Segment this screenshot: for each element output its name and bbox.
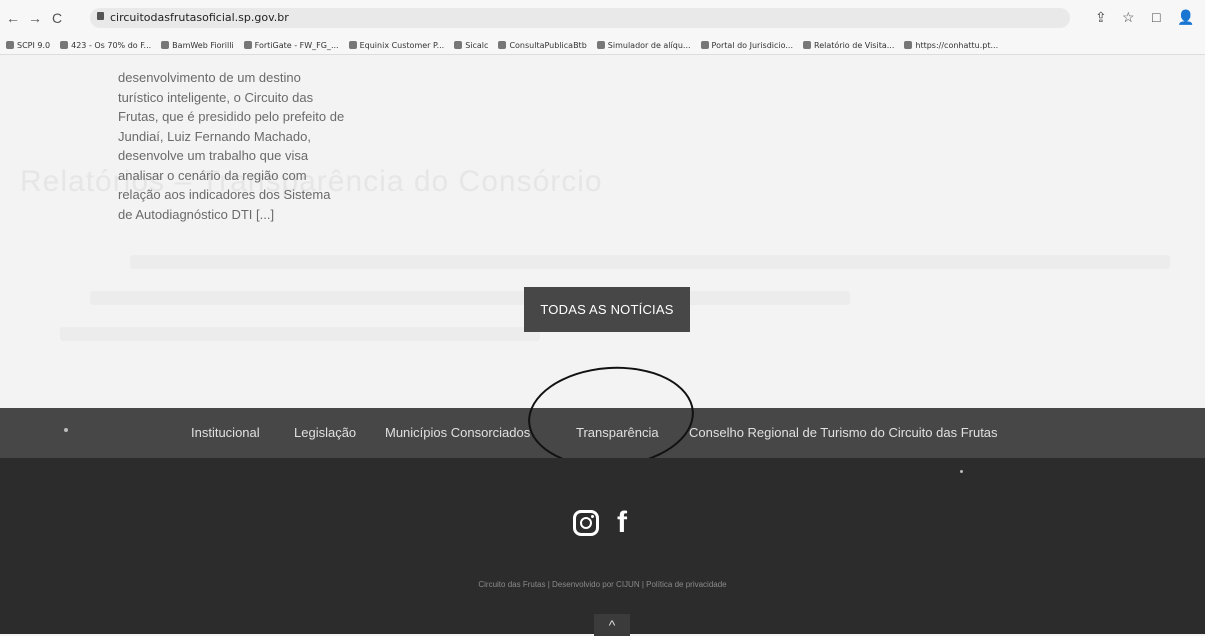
footer-link-institucional[interactable]: Institucional bbox=[191, 425, 260, 440]
browser-toolbar: ← → C circuitodasfrutasoficial.sp.gov.br… bbox=[0, 0, 1205, 36]
faded-text-line bbox=[90, 291, 850, 305]
url-text[interactable]: circuitodasfrutasoficial.sp.gov.br bbox=[110, 11, 289, 24]
bookmark-item[interactable]: SCPI 9.0 bbox=[6, 41, 50, 50]
copyright-text: Circuito das Frutas | Desenvolvido por C… bbox=[478, 580, 727, 589]
social-links: f bbox=[573, 508, 627, 538]
star-icon[interactable]: ☆ bbox=[1122, 9, 1135, 26]
bookmark-icon bbox=[348, 41, 357, 49]
bookmark-item[interactable]: ConsultaPublicaBtb bbox=[498, 41, 587, 50]
bookmark-icon bbox=[6, 41, 14, 49]
share-icon[interactable]: ⇪ bbox=[1095, 9, 1107, 26]
bookmark-icon bbox=[243, 41, 252, 49]
news-section: Relatórios – Transparência do Consórcio … bbox=[0, 55, 1205, 408]
bookmark-item[interactable]: 423 - Os 70% do F... bbox=[60, 41, 151, 50]
article-excerpt: desenvolvimento de um destino turístico … bbox=[118, 70, 345, 222]
profile-icon[interactable]: 👤 bbox=[1177, 9, 1194, 26]
bookmark-icon bbox=[498, 41, 507, 49]
footer-bottom: f Circuito das Frutas | Desenvolvido por… bbox=[0, 458, 1205, 636]
instagram-icon[interactable] bbox=[573, 510, 599, 536]
bookmark-item[interactable]: FortiGate - FW_FG_... bbox=[243, 41, 339, 50]
bookmark-item[interactable]: Equinix Customer P... bbox=[348, 41, 444, 50]
bookmark-icon bbox=[700, 41, 709, 49]
chevron-up-icon: ^ bbox=[608, 617, 616, 633]
bookmark-icon bbox=[60, 41, 69, 49]
decorative-dot bbox=[960, 470, 963, 473]
footer-link-municipios[interactable]: Municípios Consorciados bbox=[385, 425, 530, 440]
bookmark-item[interactable]: Simulador de alíqu... bbox=[596, 41, 691, 50]
faded-text-line bbox=[60, 327, 540, 341]
bookmark-icon bbox=[454, 41, 463, 49]
bookmark-item[interactable]: BamWeb Fiorilli bbox=[161, 41, 234, 50]
lock-icon bbox=[97, 12, 104, 20]
back-arrow-icon[interactable]: ← bbox=[6, 10, 20, 26]
bookmark-item[interactable]: Sicalc bbox=[454, 41, 488, 50]
bookmark-icon bbox=[803, 41, 812, 49]
bookmarks-bar: SCPI 9.0 423 - Os 70% do F... BamWeb Fio… bbox=[0, 36, 1205, 55]
footer-dot bbox=[64, 428, 68, 432]
bookmark-icon bbox=[904, 41, 913, 49]
faded-text-line bbox=[130, 255, 1170, 269]
bookmark-icon bbox=[596, 41, 605, 49]
back-to-top-button[interactable]: ^ bbox=[594, 614, 630, 636]
bookmark-item[interactable]: Portal do Jurisdicio... bbox=[700, 41, 793, 50]
bookmark-icon bbox=[161, 41, 170, 49]
all-news-button[interactable]: TODAS AS NOTÍCIAS bbox=[524, 287, 690, 332]
footer-link-legislacao[interactable]: Legislação bbox=[294, 425, 356, 440]
bookmark-item[interactable]: Relatório de Visita... bbox=[803, 41, 894, 50]
forward-arrow-icon[interactable]: → bbox=[28, 10, 42, 26]
window-icon[interactable]: □ bbox=[1152, 9, 1160, 25]
reload-icon[interactable]: C bbox=[52, 10, 62, 26]
facebook-icon[interactable]: f bbox=[617, 508, 627, 538]
bookmark-item[interactable]: https://conhattu.pt... bbox=[904, 41, 998, 50]
footer-link-conselho[interactable]: Conselho Regional de Turismo do Circuito… bbox=[689, 425, 998, 440]
